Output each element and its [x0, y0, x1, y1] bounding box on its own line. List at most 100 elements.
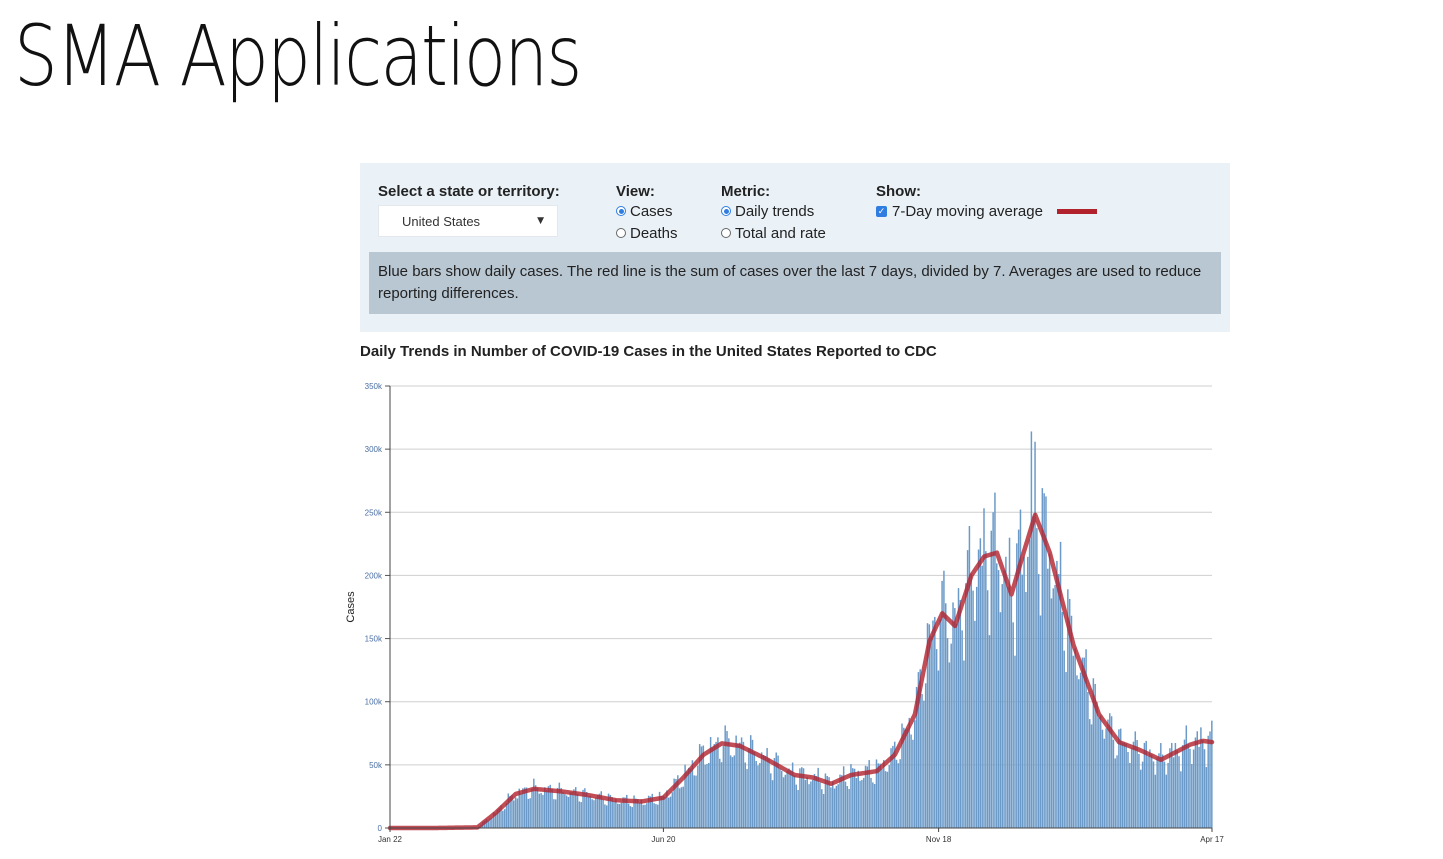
daily-bar: [1025, 591, 1027, 828]
daily-bar: [797, 790, 799, 828]
daily-bar: [564, 794, 566, 828]
daily-bar: [924, 683, 927, 828]
daily-bar: [591, 799, 593, 828]
daily-bar: [697, 765, 699, 828]
daily-bar: [1047, 568, 1049, 828]
daily-bar: [1101, 729, 1104, 828]
x-tick-label: Nov 18: [926, 835, 952, 844]
daily-bar: [1180, 771, 1182, 828]
y-tick-label: 100k: [365, 698, 383, 707]
chart-gridlines: [390, 385, 1212, 766]
daily-bar: [1116, 755, 1118, 828]
daily-bar: [1112, 739, 1115, 828]
daily-bar: [538, 793, 541, 828]
y-tick-label: 150k: [365, 635, 383, 644]
daily-bar: [985, 551, 987, 828]
daily-bar: [544, 787, 546, 828]
daily-bar: [527, 798, 530, 828]
daily-bar: [513, 800, 515, 828]
daily-bar: [531, 788, 533, 828]
daily-bar: [906, 728, 909, 828]
daily-bar: [605, 805, 608, 828]
y-axis-title: Cases: [345, 591, 357, 623]
daily-bar: [618, 804, 621, 828]
daily-bar: [844, 781, 847, 828]
daily-bar: [808, 784, 810, 828]
daily-bar: [1037, 574, 1040, 828]
daily-bar: [1167, 762, 1169, 828]
daily-bar: [859, 780, 861, 828]
daily-bar: [912, 739, 914, 828]
daily-bar: [1172, 757, 1175, 828]
daily-bar: [1156, 757, 1158, 828]
daily-bar: [686, 771, 688, 828]
daily-bar: [1174, 743, 1177, 828]
daily-bar: [1176, 750, 1178, 828]
daily-bar: [899, 759, 901, 828]
daily-bar: [1138, 753, 1140, 828]
daily-bar: [713, 744, 716, 828]
daily-bar: [780, 770, 783, 828]
daily-bar: [1083, 657, 1085, 828]
daily-bar: [988, 635, 991, 828]
y-tick-label: 250k: [365, 508, 383, 517]
daily-bar: [830, 787, 832, 828]
daily-bar: [866, 766, 869, 828]
daily-bar: [595, 797, 597, 828]
daily-bar: [708, 763, 710, 828]
daily-bar: [739, 742, 741, 828]
daily-bar: [682, 786, 685, 828]
daily-bar: [804, 779, 807, 828]
daily-bar: [638, 802, 641, 828]
daily-bar: [602, 799, 604, 828]
daily-bar: [855, 777, 858, 828]
daily-bar: [846, 786, 849, 828]
daily-bar: [596, 794, 599, 828]
daily-bar: [520, 793, 522, 828]
daily-bar: [728, 738, 730, 828]
daily-bar: [718, 758, 721, 828]
daily-bar: [782, 777, 785, 828]
daily-bar: [642, 804, 644, 828]
daily-bar: [1028, 539, 1031, 828]
daily-bar: [689, 768, 692, 828]
daily-bar: [735, 735, 737, 828]
daily-bar: [879, 763, 881, 828]
daily-bar: [678, 788, 681, 828]
daily-bar: [908, 717, 911, 828]
daily-bar: [997, 570, 1000, 828]
daily-bar: [534, 785, 537, 828]
daily-bar: [1001, 584, 1003, 828]
daily-bar: [589, 795, 592, 828]
daily-bar: [737, 743, 739, 828]
daily-bar: [1123, 742, 1126, 828]
daily-bar: [1099, 715, 1102, 828]
daily-bar: [1140, 769, 1142, 828]
daily-bar: [1076, 675, 1078, 828]
cases-chart: 0 50k 100k 150k 200k 250k 300k 350k Jan 22 Jun 20…: [345, 382, 1224, 844]
daily-bar: [655, 804, 657, 828]
daily-bar: [1003, 570, 1005, 828]
daily-bar: [977, 549, 980, 828]
daily-bar: [671, 792, 674, 828]
daily-bar: [667, 797, 670, 828]
daily-bar: [986, 590, 989, 828]
daily-bar: [536, 787, 539, 828]
daily-bar: [587, 796, 590, 828]
daily-bar: [1129, 762, 1131, 828]
daily-bar: [629, 806, 632, 828]
daily-bar: [837, 784, 839, 828]
daily-bar: [569, 792, 572, 828]
daily-bar: [711, 747, 714, 828]
daily-bar: [1072, 655, 1075, 828]
x-tick-label: Apr 17: [1200, 835, 1224, 844]
daily-bar: [1178, 756, 1180, 828]
daily-bar: [996, 563, 998, 828]
daily-bar: [505, 803, 508, 828]
daily-bar: [872, 782, 874, 828]
daily-bar: [1021, 574, 1024, 828]
daily-bar: [1209, 731, 1211, 828]
daily-bar: [731, 757, 734, 828]
daily-bar: [762, 755, 765, 828]
daily-bar: [567, 796, 570, 828]
